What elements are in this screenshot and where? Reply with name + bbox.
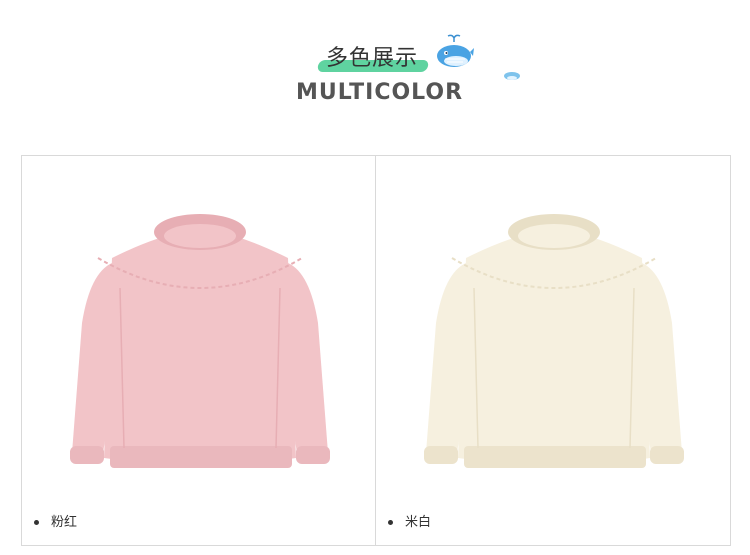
color-name: 米白 <box>405 515 432 530</box>
section-header: 多色展示 MULTICOLOR <box>0 0 750 140</box>
right-cuff <box>296 446 330 464</box>
garment-1 <box>424 214 684 468</box>
whale-icon <box>437 34 474 67</box>
hem-band <box>464 446 646 468</box>
small-fish-icon <box>504 72 520 80</box>
bullet-icon <box>34 520 39 525</box>
garment-0 <box>70 214 330 468</box>
color-label: 粉红 <box>34 511 77 530</box>
bullet-icon <box>388 520 393 525</box>
collar-inner <box>518 224 590 248</box>
pink-sweatshirt-image <box>70 214 330 468</box>
section-title-chinese: 多色展示 <box>326 46 419 71</box>
body <box>104 232 296 465</box>
collar-inner <box>164 224 236 248</box>
body <box>458 232 650 465</box>
left-cuff <box>424 446 458 464</box>
color-gallery: 粉红 米白 <box>21 155 731 546</box>
hem-band <box>110 446 292 468</box>
cream-sweatshirt-image <box>424 214 684 468</box>
left-cuff <box>70 446 104 464</box>
product-card-pink[interactable]: 粉红 <box>22 156 375 545</box>
section-title-english: MULTICOLOR <box>296 80 464 105</box>
color-name: 粉红 <box>51 515 78 530</box>
product-card-cream[interactable]: 米白 <box>376 156 729 545</box>
right-cuff <box>650 446 684 464</box>
color-label: 米白 <box>388 511 431 530</box>
